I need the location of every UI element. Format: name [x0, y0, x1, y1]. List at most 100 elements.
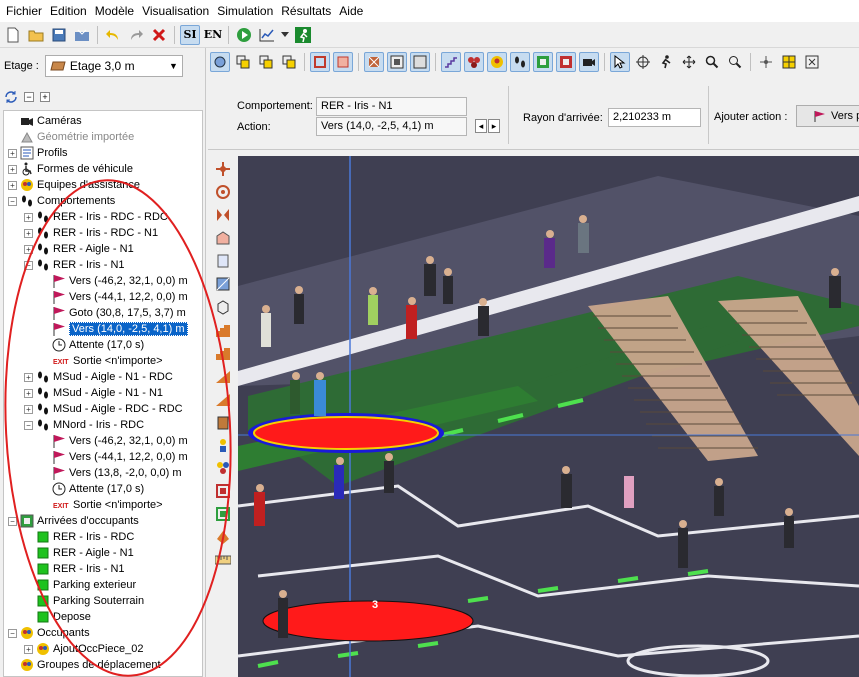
tree-item[interactable]: RER - Iris - RDC: [24, 529, 134, 545]
undo-icon[interactable]: [103, 25, 123, 45]
menu-visualisation[interactable]: Visualisation: [140, 0, 215, 22]
grid-snap-icon[interactable]: [779, 52, 799, 72]
expand-toggle[interactable]: +: [24, 212, 33, 222]
tree-item[interactable]: Parking Souterrain: [24, 593, 144, 609]
collapse-toggle[interactable]: −: [24, 260, 33, 270]
tree-item[interactable]: + AjoutOccPiece_02: [24, 641, 144, 657]
view-select-icon[interactable]: [210, 52, 230, 72]
wall-icon[interactable]: [387, 52, 407, 72]
expand-toggle[interactable]: +: [24, 404, 33, 414]
tree-item[interactable]: Vers (-46,2, 32,1, 0,0) m: [40, 273, 188, 289]
door-tool-icon[interactable]: [214, 413, 232, 431]
collapse-toggle[interactable]: −: [8, 628, 17, 638]
exit-view-icon[interactable]: [556, 52, 576, 72]
tree-item[interactable]: + MSud - Aigle - N1 - N1: [24, 385, 163, 401]
wall-outline-icon[interactable]: [410, 52, 430, 72]
tree-item[interactable]: Depose: [24, 609, 91, 625]
tree-item[interactable]: EXIT Sortie <n'importe>: [40, 497, 163, 513]
group-tool-icon[interactable]: [214, 459, 232, 477]
tree-item[interactable]: Parking exterieur: [24, 577, 136, 593]
footsteps-view-icon[interactable]: [510, 52, 530, 72]
tree-item[interactable]: + Profils: [8, 145, 68, 161]
tree-item[interactable]: Vers (13,8, -2,0, 0,0) m: [40, 465, 182, 481]
tree-item[interactable]: + MSud - Aigle - RDC - RDC: [24, 401, 183, 417]
si-units-button[interactable]: SI: [180, 24, 200, 45]
run-simulation-icon[interactable]: [234, 25, 254, 45]
en-units-button[interactable]: EN: [203, 25, 223, 45]
previous-action-button[interactable]: ◂: [475, 119, 487, 133]
results-chart-icon[interactable]: [257, 25, 277, 45]
mirror-tool-icon[interactable]: [214, 206, 232, 224]
tree-item[interactable]: Goto (30,8, 17,5, 3,7) m: [40, 305, 186, 321]
delete-icon[interactable]: [149, 25, 169, 45]
expand-toggle[interactable]: +: [24, 244, 33, 254]
floor-all-icon[interactable]: [279, 52, 299, 72]
orbit-icon[interactable]: [633, 52, 653, 72]
move-tool-icon[interactable]: [214, 160, 232, 178]
expand-toggle[interactable]: +: [24, 228, 33, 238]
expand-toggle[interactable]: +: [8, 180, 17, 190]
expand-toggle[interactable]: +: [24, 644, 33, 654]
paint-tool-icon[interactable]: [214, 528, 232, 546]
room-filled-icon[interactable]: [333, 52, 353, 72]
collapse-toggle[interactable]: −: [8, 196, 17, 206]
diagonal-tool-icon[interactable]: [214, 275, 232, 293]
redo-icon[interactable]: [126, 25, 146, 45]
tree-item[interactable]: − Occupants: [8, 625, 90, 641]
box-tool-icon[interactable]: [214, 298, 232, 316]
ramp-down-tool-icon[interactable]: [214, 390, 232, 408]
group-icon[interactable]: [464, 52, 484, 72]
ramp-up-tool-icon[interactable]: [214, 367, 232, 385]
menu-edition[interactable]: Edition: [48, 0, 93, 22]
open-folder-icon[interactable]: [26, 25, 46, 45]
expand-toggle[interactable]: +: [24, 372, 33, 382]
tree-item[interactable]: − Comportements: [8, 193, 115, 209]
rotate-tool-icon[interactable]: [214, 183, 232, 201]
pointer-icon[interactable]: [610, 52, 630, 72]
target-disc[interactable]: [262, 600, 474, 642]
tree-item[interactable]: Attente (17,0 s): [40, 481, 144, 497]
menu-simulation[interactable]: Simulation: [215, 0, 279, 22]
measure-tool-icon[interactable]: [214, 551, 232, 569]
stair-down-tool-icon[interactable]: [214, 344, 232, 362]
floor-select[interactable]: Etage 3,0 m ▼: [44, 55, 183, 77]
tree-item[interactable]: − RER - Iris - N1: [24, 257, 125, 273]
menu-modele[interactable]: Modèle: [93, 0, 140, 22]
tree-item[interactable]: Caméras: [8, 113, 82, 129]
pan-icon[interactable]: [679, 52, 699, 72]
tree-item[interactable]: RER - Aigle - N1: [24, 545, 134, 561]
rayon-input[interactable]: 2,210233 m: [608, 108, 701, 127]
collapse-toggle[interactable]: −: [8, 516, 17, 526]
target-view-icon[interactable]: [533, 52, 553, 72]
expand-toggle[interactable]: +: [8, 148, 17, 158]
polygon-tool-icon[interactable]: [214, 229, 232, 247]
stair-up-tool-icon[interactable]: [214, 321, 232, 339]
target-tool-icon[interactable]: [214, 505, 232, 523]
walk-icon[interactable]: [656, 52, 676, 72]
tree-item[interactable]: Vers (-44,1, 12,2, 0,0) m: [40, 289, 188, 305]
expand-toggle[interactable]: +: [8, 164, 17, 174]
expand-toggle[interactable]: +: [24, 388, 33, 398]
tree-item[interactable]: Attente (17,0 s): [40, 337, 144, 353]
tree-item[interactable]: − Arrivées d'occupants: [8, 513, 139, 529]
save-icon[interactable]: [49, 25, 69, 45]
floor-stack-icon[interactable]: [256, 52, 276, 72]
add-vers-button[interactable]: Vers pos: [796, 105, 859, 127]
tree-item[interactable]: + MSud - Aigle - N1 - RDC: [24, 369, 173, 385]
rect-tool-icon[interactable]: [214, 252, 232, 270]
new-file-icon[interactable]: [3, 25, 23, 45]
zoom-icon[interactable]: [702, 52, 722, 72]
collapse-toggle[interactable]: −: [24, 420, 33, 430]
tree-item[interactable]: Groupes de déplacement: [8, 657, 161, 673]
room-view-icon[interactable]: [310, 52, 330, 72]
tree-item[interactable]: + Equipes d'assistance: [8, 177, 140, 193]
tree-item[interactable]: Géométrie importée: [8, 129, 134, 145]
3d-viewport[interactable]: 3: [238, 156, 859, 677]
expand-all-button[interactable]: +: [40, 92, 50, 102]
collapse-all-button[interactable]: −: [24, 92, 34, 102]
chevron-down-icon[interactable]: [280, 25, 290, 45]
stairs-icon[interactable]: [441, 52, 461, 72]
camera-view-icon[interactable]: [579, 52, 599, 72]
exit-tool-icon[interactable]: [214, 482, 232, 500]
tree-item[interactable]: Vers (14,0, -2,5, 4,1) m: [40, 321, 188, 337]
